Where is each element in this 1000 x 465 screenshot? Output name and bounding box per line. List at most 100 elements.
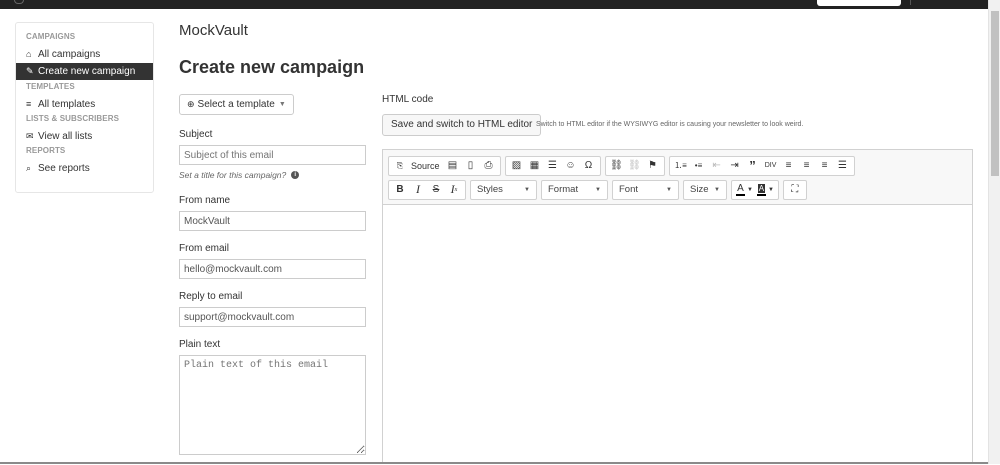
toolbar-row-2: B I S Ix Styles ▼ Format ▼ Font ▼ Size ▼ — [388, 178, 967, 201]
save-switch-html-button[interactable]: Save and switch to HTML editor — [382, 114, 541, 136]
campaign-form: ⊕ Select a template ▼ Subject Set a titl… — [179, 94, 366, 460]
bulleted-list-icon[interactable]: •≡ — [690, 157, 708, 175]
from-email-label: From email — [179, 243, 366, 254]
subject-hint: Set a title for this campaign? i — [179, 170, 366, 180]
table-icon[interactable]: ▦ — [526, 157, 544, 175]
sidebar-item-label: View all lists — [38, 128, 92, 145]
image-icon[interactable]: ▨ — [508, 157, 526, 175]
reply-to-input[interactable] — [179, 307, 366, 327]
indent-icon[interactable]: ⇥ — [726, 157, 744, 175]
top-navbar — [0, 0, 988, 9]
chevron-down-icon: ▼ — [666, 187, 672, 193]
justify-icon[interactable]: ☰ — [834, 157, 852, 175]
styles-dropdown[interactable]: Styles ▼ — [470, 180, 537, 200]
sidebar-heading-templates: TEMPLATES — [16, 81, 153, 96]
page-title: Create new campaign — [179, 57, 364, 78]
remove-format-icon[interactable]: Ix — [445, 181, 463, 199]
reply-to-label: Reply to email — [179, 291, 366, 302]
toolbar-group-basic-styles: B I S Ix — [388, 180, 466, 200]
plain-text-textarea[interactable] — [179, 355, 366, 455]
sidebar-item-see-reports[interactable]: ⌕ See reports — [16, 160, 153, 177]
save-icon[interactable]: ▤ — [444, 157, 462, 175]
switch-hint-text: Switch to HTML editor if the WYSIWYG edi… — [536, 121, 803, 128]
toolbar-group-colors: A▼ A▼ — [731, 180, 779, 200]
format-label: Format — [548, 184, 578, 195]
font-dropdown[interactable]: Font ▼ — [612, 180, 679, 200]
smiley-icon[interactable]: ☺ — [562, 157, 580, 175]
navbar-user-menu[interactable] — [910, 0, 966, 5]
scrollbar-thumb[interactable] — [991, 11, 999, 176]
anchor-flag-icon[interactable]: ⚑ — [644, 157, 662, 175]
navbar-button[interactable] — [817, 0, 901, 6]
page-scrollbar[interactable] — [988, 0, 1000, 464]
preview-icon[interactable]: ⎙ — [480, 157, 498, 175]
toolbar-row-1: ⎘ Source ▤ ▯ ⎙ ▨ ▦ ☰ ☺ Ω ⛓ ⛓ ⚑ ⒈≡ •≡ ⇤ — [388, 154, 967, 177]
app-logo-icon[interactable] — [14, 0, 24, 4]
sidebar-item-create-campaign[interactable]: ✎ Create new campaign — [16, 63, 153, 80]
from-name-label: From name — [179, 195, 366, 206]
new-page-icon[interactable]: ▯ — [462, 157, 480, 175]
html-editor-section: HTML code Save and switch to HTML editor… — [382, 94, 973, 105]
sidebar-heading-lists: LISTS & SUBSCRIBERS — [16, 113, 153, 128]
strikethrough-icon[interactable]: S — [427, 181, 445, 199]
bold-icon[interactable]: B — [391, 181, 409, 199]
source-button[interactable]: Source — [409, 157, 444, 175]
font-label: Font — [619, 184, 638, 195]
editor-content-area[interactable] — [383, 205, 972, 465]
toolbar-group-paragraph: ⒈≡ •≡ ⇤ ⇥ ” DIV ≡ ≡ ≡ ☰ — [669, 156, 855, 176]
sidebar: CAMPAIGNS ⌂ All campaigns ✎ Create new c… — [15, 22, 154, 193]
align-right-icon[interactable]: ≡ — [816, 157, 834, 175]
source-icon[interactable]: ⎘ — [391, 157, 409, 175]
sidebar-item-label: See reports — [38, 160, 90, 177]
sidebar-item-view-lists[interactable]: ✉ View all lists — [16, 128, 153, 145]
editor-toolbar: ⎘ Source ▤ ▯ ⎙ ▨ ▦ ☰ ☺ Ω ⛓ ⛓ ⚑ ⒈≡ •≡ ⇤ — [383, 150, 972, 205]
sidebar-item-label: All campaigns — [38, 46, 100, 63]
numbered-list-icon[interactable]: ⒈≡ — [672, 157, 690, 175]
from-email-input[interactable] — [179, 259, 366, 279]
plus-circle-icon: ⊕ — [187, 99, 195, 110]
background-color-icon[interactable]: A▼ — [755, 181, 776, 199]
format-dropdown[interactable]: Format ▼ — [541, 180, 608, 200]
italic-icon[interactable]: I — [409, 181, 427, 199]
toolbar-group-insert: ▨ ▦ ☰ ☺ Ω — [505, 156, 601, 176]
div-container-icon[interactable]: DIV — [762, 157, 780, 175]
subject-label: Subject — [179, 129, 366, 140]
select-template-button[interactable]: ⊕ Select a template ▼ — [179, 94, 294, 115]
select-template-label: Select a template — [198, 99, 275, 110]
sidebar-item-all-templates[interactable]: ≡ All templates — [16, 96, 153, 113]
info-icon[interactable]: i — [291, 171, 299, 179]
from-name-input[interactable] — [179, 211, 366, 231]
maximize-icon[interactable]: ⛶ — [786, 181, 804, 199]
toolbar-group-document: ⎘ Source ▤ ▯ ⎙ — [388, 156, 501, 176]
unlink-icon[interactable]: ⛓ — [626, 157, 644, 175]
sidebar-item-all-campaigns[interactable]: ⌂ All campaigns — [16, 46, 153, 63]
search-icon: ⌕ — [26, 160, 38, 177]
brand-name: MockVault — [179, 22, 248, 39]
outdent-icon[interactable]: ⇤ — [708, 157, 726, 175]
chevron-down-icon: ▼ — [279, 101, 286, 108]
size-dropdown[interactable]: Size ▼ — [683, 180, 727, 200]
plain-text-label: Plain text — [179, 339, 366, 350]
toolbar-group-tools: ⛶ — [783, 180, 807, 200]
align-center-icon[interactable]: ≡ — [798, 157, 816, 175]
chevron-down-icon: ▼ — [595, 187, 601, 193]
text-color-icon[interactable]: A▼ — [734, 181, 755, 199]
subject-hint-text: Set a title for this campaign? — [179, 170, 286, 180]
wysiwyg-editor: ⎘ Source ▤ ▯ ⎙ ▨ ▦ ☰ ☺ Ω ⛓ ⛓ ⚑ ⒈≡ •≡ ⇤ — [382, 149, 973, 464]
special-char-icon[interactable]: Ω — [580, 157, 598, 175]
home-icon: ⌂ — [26, 46, 38, 63]
edit-icon: ✎ — [26, 63, 38, 80]
chevron-down-icon: ▼ — [524, 187, 530, 193]
html-code-label: HTML code — [382, 94, 973, 105]
size-label: Size — [690, 184, 708, 195]
horizontal-line-icon[interactable]: ☰ — [544, 157, 562, 175]
link-icon[interactable]: ⛓ — [608, 157, 626, 175]
envelope-icon: ✉ — [26, 128, 38, 145]
subject-input[interactable] — [179, 145, 366, 165]
sidebar-item-label: Create new campaign — [38, 63, 135, 80]
align-left-icon[interactable]: ≡ — [780, 157, 798, 175]
sidebar-heading-reports: REPORTS — [16, 145, 153, 160]
blockquote-icon[interactable]: ” — [744, 157, 762, 175]
list-icon: ≡ — [26, 96, 38, 113]
styles-label: Styles — [477, 184, 503, 195]
